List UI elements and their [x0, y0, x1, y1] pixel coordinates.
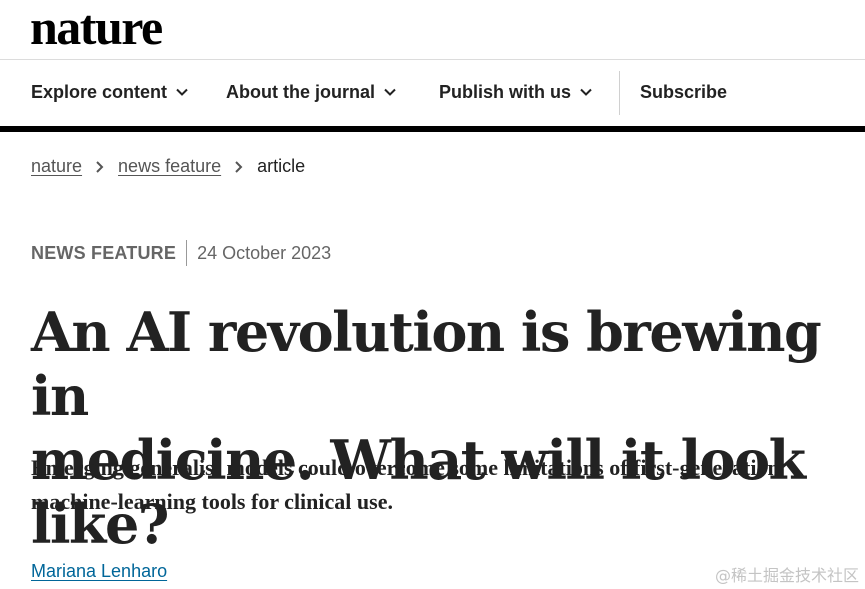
nav-about-journal[interactable]: About the journal [226, 82, 397, 103]
breadcrumb-article: article [257, 156, 306, 176]
meta-divider [186, 240, 188, 266]
subscribe-label: Subscribe [640, 82, 728, 102]
nav-publish-with-us-label: Publish with us [439, 82, 572, 102]
breadcrumb: nature news feature article [31, 156, 305, 177]
nav-explore-content-label: Explore content [31, 82, 168, 102]
chevron-down-icon [384, 88, 396, 96]
nav-separator [619, 71, 620, 115]
article-title-line-1: An AI revolution is brewing in [31, 300, 822, 428]
subscribe-link[interactable]: Subscribe [640, 82, 727, 103]
nature-logo[interactable]: nature [30, 2, 163, 52]
nav-about-journal-label: About the journal [226, 82, 375, 102]
article-standfirst: Emerging generalist models could overcom… [31, 451, 861, 519]
article-meta: NEWS FEATURE 24 October 2023 [31, 240, 331, 266]
page: nature Explore content About the journal… [0, 0, 865, 589]
nav-publish-with-us[interactable]: Publish with us [439, 82, 593, 103]
main-nav: Explore content About the journal Publis… [0, 60, 865, 126]
chevron-right-icon [96, 160, 104, 173]
standfirst-line-2: machine-learning tools for clinical use. [31, 489, 393, 514]
watermark: @稀土掘金技术社区 [714, 566, 859, 585]
nav-explore-content[interactable]: Explore content [31, 82, 189, 103]
publication-date: 24 October 2023 [197, 242, 332, 263]
nav-bottom-rule [0, 126, 865, 132]
chevron-down-icon [176, 88, 188, 96]
article-type: NEWS FEATURE [31, 242, 177, 263]
chevron-down-icon [580, 88, 592, 96]
chevron-right-icon [235, 160, 243, 173]
standfirst-line-1: Emerging generalist models could overcom… [31, 455, 780, 480]
breadcrumb-news-feature[interactable]: news feature [118, 156, 221, 177]
author-link[interactable]: Mariana Lenharo [31, 561, 167, 582]
breadcrumb-nature[interactable]: nature [31, 156, 82, 177]
